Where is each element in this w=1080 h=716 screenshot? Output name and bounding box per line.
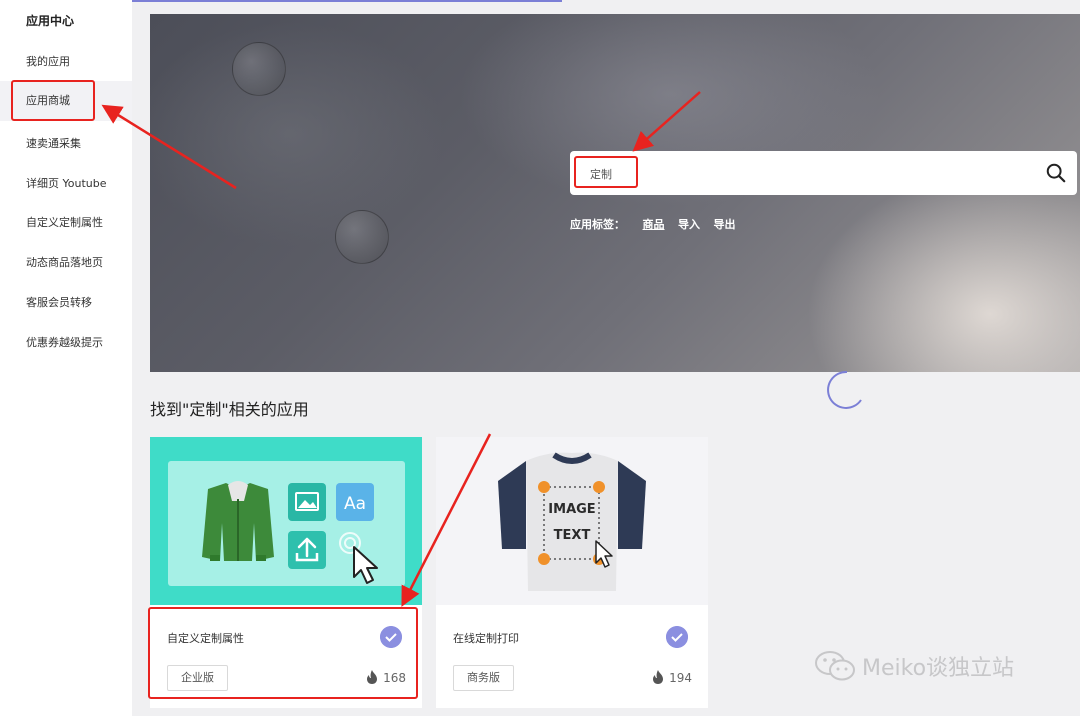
text-label: TEXT [554,528,591,543]
check-icon [666,626,688,648]
fire-icon [653,670,664,684]
sidebar-item-coupon-tip[interactable]: 优惠券越级提示 [26,334,103,350]
search-icon[interactable] [1045,162,1067,184]
tag-goods[interactable]: 商品 [643,218,665,231]
fire-icon [367,670,378,684]
app-card-image: Aa [150,437,422,605]
search-input[interactable] [588,162,1012,186]
loading-spinner-icon [827,370,862,409]
tshirt-illustration: IMAGE TEXT [498,452,646,591]
sidebar-item-dynamic-landing[interactable]: 动态商品落地页 [26,254,103,270]
sidebar-item-custom-attributes[interactable]: 自定义定制属性 [26,214,103,230]
popularity-count: 194 [652,670,692,685]
app-tags: 应用标签： 商品 导入 导出 [570,216,736,232]
sidebar-item-app-store[interactable]: 应用商城 [0,81,132,121]
sidebar-item-member-transfer[interactable]: 客服会员转移 [26,294,92,310]
svg-text:Aa: Aa [344,494,366,514]
image-label: IMAGE [548,502,595,517]
hero-banner: 应用标签： 商品 导入 导出 [150,14,1080,372]
bubble-decoration [335,210,389,264]
edition-badge[interactable]: 商务版 [453,665,514,691]
results-title: 找到"定制"相关的应用 [150,400,309,419]
count-value: 168 [383,671,406,685]
tags-label: 应用标签： [570,218,625,231]
popularity-count: 168 [366,670,406,685]
sidebar: 应用中心 我的应用 应用商城 速卖通采集 详细页 Youtube 自定义定制属性… [0,0,132,716]
sidebar-title: 应用中心 [26,14,75,28]
jacket-icon [202,481,274,561]
app-card-online-print[interactable]: IMAGE TEXT 在线定制打印 商务版 194 [436,437,708,708]
check-icon [380,626,402,648]
sidebar-item-my-apps[interactable]: 我的应用 [26,53,70,69]
app-card-custom-attributes[interactable]: Aa 自定义定制属性 企业版 168 [150,437,422,708]
app-card-image: IMAGE TEXT [436,437,708,605]
loading-bar [132,0,562,2]
sidebar-item-detail-youtube[interactable]: 详细页 Youtube [26,175,107,191]
tag-export[interactable]: 导出 [714,218,736,231]
sidebar-item-aliexpress-collect[interactable]: 速卖通采集 [26,135,81,151]
custom-attributes-illustration: Aa [168,461,405,586]
watermark-text: Meiko谈独立站 [862,656,1015,681]
edition-badge[interactable]: 企业版 [167,665,228,691]
wechat-icon [815,651,855,681]
app-name: 在线定制打印 [453,632,519,645]
search-bar [570,151,1077,195]
app-name: 自定义定制属性 [167,632,244,645]
count-value: 194 [669,671,692,685]
bubble-decoration [232,42,286,96]
tag-import[interactable]: 导入 [678,218,700,231]
